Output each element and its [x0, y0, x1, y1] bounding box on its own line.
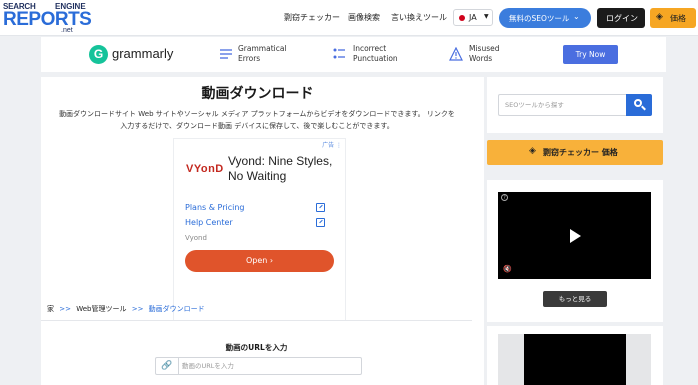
seo-tools-button[interactable]: 無料のSEOツール ⌄ [499, 8, 591, 28]
ad-brand: Vyond [185, 234, 207, 242]
chevron-down-icon: ▼ [484, 13, 489, 20]
site-logo[interactable]: SEARCH ENGINE REPORTS .net [3, 2, 92, 34]
grammarly-banner[interactable]: G grammarly Grammatical Errors Incorrect… [41, 37, 666, 72]
external-link-icon[interactable] [316, 218, 325, 227]
feature-grammatical-errors: Grammatical Errors [238, 44, 287, 64]
ad-choices-icon[interactable]: 广告 ⋮ [322, 140, 342, 149]
seo-tools-label: 無料のSEOツール [509, 14, 570, 23]
link-icon: 🔗 [156, 358, 179, 374]
warning-triangle-icon [449, 47, 463, 61]
sidebar-search-card [487, 77, 663, 133]
punctuation-icon [333, 48, 345, 59]
feature-line1: Misused [469, 44, 500, 53]
ad-headline[interactable]: Vyond: Nine Styles, No Waiting [228, 154, 343, 184]
breadcrumb-home[interactable]: 家 [47, 305, 54, 313]
video-frame [524, 334, 626, 385]
breadcrumb-current: 動画ダウンロード [148, 305, 205, 313]
nav-plagiarism-checker[interactable]: 剽窃チェッカー [284, 12, 340, 23]
grammarly-logo-icon: G [89, 45, 108, 64]
diamond-icon: ◈ [656, 12, 663, 22]
nav-paraphrase-tool[interactable]: 言い換えツール [391, 12, 447, 23]
ad-link-plans[interactable]: Plans & Pricing [185, 203, 244, 212]
feature-line2: Punctuation [353, 54, 398, 63]
try-now-button[interactable]: Try Now [563, 45, 618, 64]
diamond-icon: ◈ [529, 146, 536, 156]
seo-tool-search-input[interactable] [498, 94, 626, 116]
search-icon-handle [641, 105, 646, 111]
mute-icon[interactable]: 🔇 [503, 265, 512, 273]
feature-misused-words: Misused Words [469, 44, 500, 64]
url-input-panel: 動画のURLを入力 🔗 [41, 320, 472, 385]
list-lines-icon [220, 49, 232, 59]
ad-link-help[interactable]: Help Center [185, 218, 233, 227]
ad-open-button[interactable]: Open › [185, 250, 334, 272]
description-line1: 動画ダウンロードサイト Web サイトやソーシャル メディア プラットフォームか… [59, 110, 455, 118]
vyond-logo: VYonD [186, 163, 224, 175]
feature-line1: Grammatical [238, 44, 287, 53]
see-more-button[interactable]: もっと見る [543, 291, 607, 307]
grammarly-brand: grammarly [112, 46, 174, 61]
external-link-icon[interactable] [316, 203, 325, 212]
site-header: SEARCH ENGINE REPORTS .net 剽窃チェッカー 画像検索 … [0, 0, 698, 36]
description-line2: 入力するだけで、ダウンロード動画 デバイスに保存して、後で楽しむことができます。 [120, 122, 394, 130]
breadcrumb-separator: >> [59, 305, 71, 313]
info-icon[interactable]: ? [501, 194, 508, 201]
video-url-input[interactable] [182, 360, 357, 372]
login-label: ログイン [606, 14, 638, 23]
video-player[interactable]: ? 🔇 [498, 192, 651, 279]
url-input-group: 🔗 [155, 357, 362, 375]
feature-line1: Incorrect [353, 44, 387, 53]
feature-line2: Words [469, 54, 493, 63]
video-player-2[interactable] [498, 334, 651, 385]
url-input-label: 動画のURLを入力 [225, 343, 288, 352]
play-icon[interactable] [570, 229, 581, 243]
feature-incorrect-punctuation: Incorrect Punctuation [353, 44, 398, 64]
language-code: JA [469, 13, 477, 22]
sidebar-video-ad-2 [487, 326, 663, 385]
japan-flag-icon [459, 15, 465, 21]
logo-line3: .net [61, 27, 73, 34]
language-selector[interactable]: JA ▼ [453, 9, 493, 26]
breadcrumb: 家 >> Web管理ツール >> 動画ダウンロード [47, 304, 205, 314]
breadcrumb-web-tools[interactable]: Web管理ツール [76, 305, 126, 313]
breadcrumb-separator: >> [131, 305, 144, 313]
nav-image-search[interactable]: 画像検索 [348, 12, 380, 23]
chevron-down-icon: ⌄ [573, 12, 580, 21]
pricing-label: 価格 [670, 14, 686, 23]
plagiarism-checker-pricing-button[interactable]: ◈ 剽窃チェッカー 価格 [487, 140, 663, 165]
logo-line2: REPORTS [3, 9, 92, 30]
checker-pricing-label: 剽窃チェッカー 価格 [543, 148, 618, 157]
page-description: 動画ダウンロードサイト Web サイトやソーシャル メディア プラットフォームか… [47, 108, 467, 132]
search-button[interactable] [626, 94, 652, 116]
sidebar-video-ad: ? 🔇 もっと見る [487, 180, 663, 322]
feature-line2: Errors [238, 54, 261, 63]
pricing-button[interactable]: ◈ 価格 [650, 8, 696, 28]
page-title: 動画ダウンロード [201, 86, 314, 102]
login-button[interactable]: ログイン [597, 8, 645, 28]
